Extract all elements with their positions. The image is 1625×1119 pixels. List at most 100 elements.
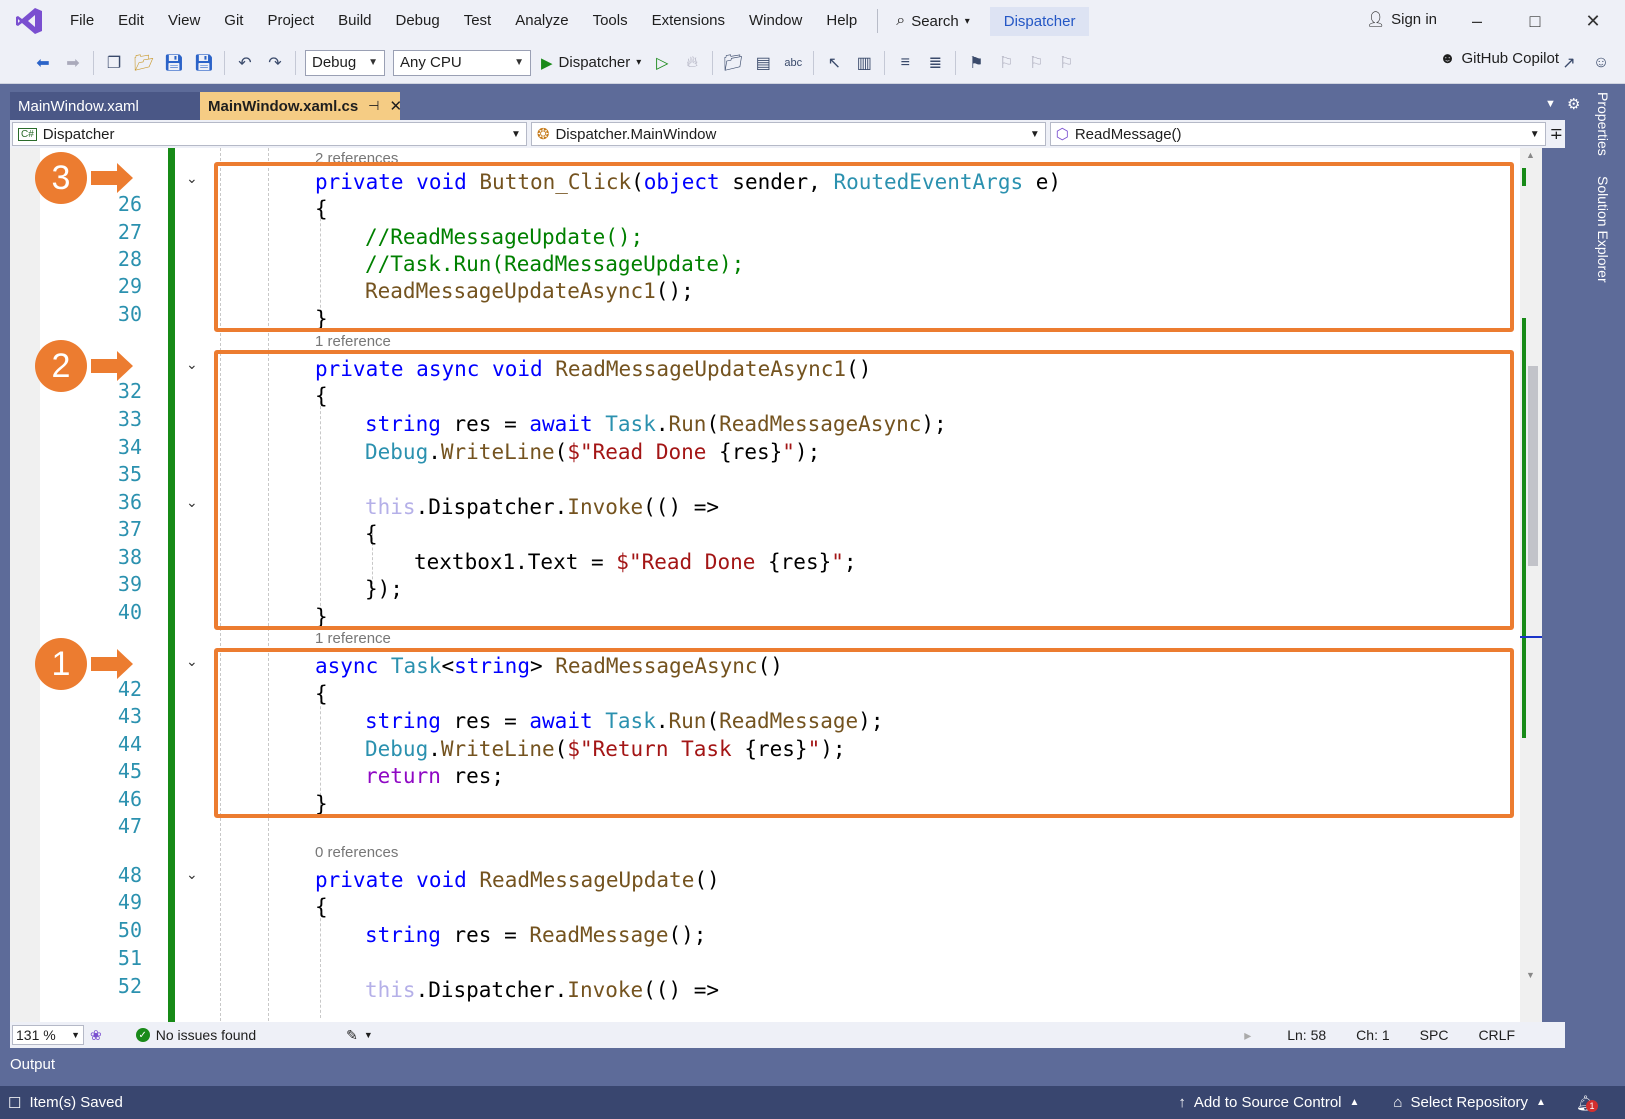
spell-check-button[interactable]: abc [780, 50, 806, 76]
maximize-button[interactable]: □ [1506, 0, 1564, 42]
search-button[interactable]: ⌕ Search ▾ [886, 0, 980, 42]
clear-bookmarks-button[interactable]: ⚐ [1053, 50, 1079, 76]
menu-tools[interactable]: Tools [581, 0, 640, 42]
uncomment-button[interactable]: ≣ [922, 50, 948, 76]
menu-git[interactable]: Git [212, 0, 255, 42]
menu-help[interactable]: Help [814, 0, 869, 42]
pin-icon[interactable]: ⊣ [368, 98, 379, 114]
minimize-button[interactable]: – [1448, 0, 1506, 42]
prev-bookmark-button[interactable]: ⚐ [993, 50, 1019, 76]
save-all-icon: 💾︎ [193, 54, 215, 72]
add-to-source-control-button[interactable]: ↑ Add to Source Control ▲ [1178, 1094, 1359, 1111]
bookmark-clear-icon: ⚐ [1059, 54, 1074, 72]
back-button[interactable]: ⬅︎ [30, 50, 56, 76]
menu-edit[interactable]: Edit [106, 0, 156, 42]
folder-search-icon: 📁︎ [723, 54, 744, 72]
code-editor[interactable]: 26 27 28 29 30 32 33 34 35 36 37 38 39 4… [10, 148, 1520, 1026]
start-without-debugging-button[interactable]: ▷ [649, 50, 675, 76]
scrollbar-thumb[interactable] [1528, 366, 1538, 566]
project-dropdown[interactable]: C# Dispatcher ▼ [12, 122, 527, 146]
member-dropdown[interactable]: ⬡ ReadMessage() ▼ [1049, 122, 1546, 146]
close-tab-icon[interactable]: ✕ [390, 97, 403, 115]
type-dropdown[interactable]: ❂ Dispatcher.MainWindow ▼ [530, 122, 1046, 146]
step-marker-2: 2 [35, 340, 137, 392]
scroll-down-icon[interactable]: ▼ [1526, 970, 1535, 980]
tab-mainwindow-xaml-cs[interactable]: MainWindow.xaml.cs ⊣ ✕ [200, 92, 403, 120]
close-window-button[interactable]: ✕ [1564, 0, 1622, 42]
tab-label: MainWindow.xaml [18, 97, 139, 115]
scroll-up-icon[interactable]: ▲ [1526, 150, 1535, 160]
column-indicator[interactable]: Ch: 1 [1356, 1027, 1389, 1043]
chevron-down-icon: ▼ [368, 57, 378, 68]
zoom-select[interactable]: 131 % ▼ [12, 1025, 84, 1045]
output-tab[interactable]: Output [10, 1056, 55, 1073]
chevron-up-icon: ▲ [1349, 1097, 1360, 1108]
issues-indicator[interactable]: ✓ No issues found [135, 1027, 256, 1043]
menu-debug[interactable]: Debug [384, 0, 452, 42]
code-line: { [315, 893, 328, 921]
code-token: { [315, 895, 328, 919]
redo-button[interactable]: ↷ [262, 50, 288, 76]
start-debugging-button[interactable]: ▶ Dispatcher ▾ [535, 54, 647, 72]
comment-button[interactable]: ≡ [892, 50, 918, 76]
step-number: 1 [35, 638, 87, 690]
share-button[interactable]: ↗ [1556, 50, 1582, 76]
code-cleanup-icon[interactable]: ❀ [90, 1027, 102, 1044]
save-button[interactable]: 💾︎ [161, 50, 187, 76]
line-ending-indicator[interactable]: CRLF [1478, 1027, 1515, 1043]
browse-button[interactable]: 📁︎ [720, 50, 746, 76]
sign-in-label: Sign in [1391, 10, 1437, 28]
feedback-button[interactable]: ☺ [1588, 50, 1614, 76]
split-view-icon[interactable]: ∓ [1550, 124, 1563, 144]
menu-analyze[interactable]: Analyze [503, 0, 580, 42]
gear-icon[interactable]: ⚙ [1567, 95, 1580, 113]
new-project-button[interactable]: ❐ [101, 50, 127, 76]
menu-file[interactable]: File [58, 0, 106, 42]
layout-button[interactable]: ▤ [750, 50, 776, 76]
codelens-references[interactable]: 0 references [315, 844, 398, 861]
message-icon: ☐ [8, 1094, 22, 1112]
toolbar-separator [93, 50, 94, 75]
line-indicator[interactable]: Ln: 58 [1287, 1027, 1326, 1043]
github-copilot-button[interactable]: ☻ GitHub Copilot [1440, 50, 1559, 67]
codelens-references[interactable]: 1 reference [315, 630, 391, 647]
chevron-down-icon[interactable]: ▼ [364, 1030, 373, 1040]
undo-button[interactable]: ↶ [232, 50, 258, 76]
forward-button[interactable]: ➡︎ [60, 50, 86, 76]
horizontal-scroll-icon[interactable]: ▸ [1244, 1027, 1251, 1044]
select-repository-button[interactable]: ⌂ Select Repository ▲ [1393, 1094, 1546, 1111]
configuration-select[interactable]: Debug ▼ [305, 49, 385, 76]
hot-reload-button[interactable]: 🔥︎ [679, 50, 705, 76]
save-icon: 💾︎ [163, 54, 185, 72]
whitespace-indicator[interactable]: SPC [1420, 1027, 1449, 1043]
vertical-scrollbar[interactable]: ▲ ▼ [1520, 148, 1542, 1026]
layout-icon: ▤ [755, 54, 771, 72]
next-bookmark-button[interactable]: ⚐ [1023, 50, 1049, 76]
navigation-bar: C# Dispatcher ▼ ❂ Dispatcher.MainWindow … [10, 120, 1565, 148]
notifications-button[interactable]: 🔔︎ 1 [1576, 1094, 1598, 1112]
tab-list-dropdown-icon[interactable]: ▼ [1545, 98, 1556, 110]
menu-extensions[interactable]: Extensions [640, 0, 737, 42]
menu-test[interactable]: Test [452, 0, 504, 42]
open-button[interactable]: 📂︎ [131, 50, 157, 76]
platform-select[interactable]: Any CPU ▼ [393, 49, 531, 76]
menu-separator [877, 9, 879, 33]
properties-panel-tab[interactable]: Properties [1595, 92, 1611, 156]
select-element-button[interactable]: ↖ [821, 50, 847, 76]
brush-icon[interactable]: ✎ [346, 1027, 358, 1044]
tab-mainwindow-xaml[interactable]: MainWindow.xaml [10, 92, 200, 120]
track-focus-button[interactable]: ▥ [851, 50, 877, 76]
menu-window[interactable]: Window [737, 0, 814, 42]
sign-in-button[interactable]: 👤︎ Sign in [1366, 10, 1437, 29]
solution-explorer-panel-tab[interactable]: Solution Explorer [1595, 176, 1611, 283]
platform-value: Any CPU [400, 54, 462, 71]
menu-view[interactable]: View [156, 0, 212, 42]
menu-project[interactable]: Project [255, 0, 326, 42]
code-token: ReadMessageUpdate [479, 868, 695, 892]
save-all-button[interactable]: 💾︎ [191, 50, 217, 76]
codelens-references[interactable]: 1 reference [315, 333, 391, 350]
menu-build[interactable]: Build [326, 0, 383, 42]
type-name: Dispatcher.MainWindow [555, 125, 717, 143]
bookmark-button[interactable]: ⚑ [963, 50, 989, 76]
up-arrow-icon: ↑ [1178, 1094, 1186, 1111]
